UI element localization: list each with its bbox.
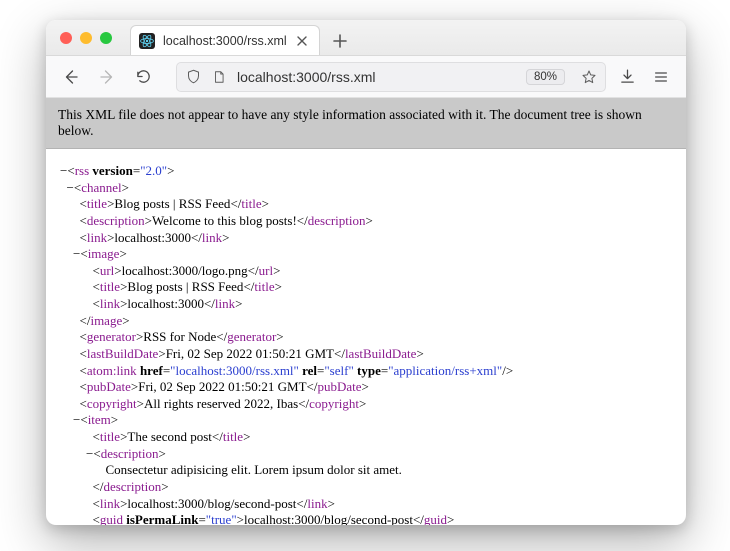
attr-ispermalink-val: "true": [206, 512, 237, 525]
tab-bar: localhost:3000/rss.xml: [46, 20, 686, 56]
attr-href: href: [140, 363, 163, 378]
tabs: localhost:3000/rss.xml: [130, 20, 354, 55]
attr-ispermalink: isPermaLink: [126, 512, 198, 525]
bookmark-star-icon[interactable]: [581, 69, 597, 85]
attr-version: version: [92, 163, 132, 178]
attr-href-val: "localhost:3000/rss.xml": [170, 363, 299, 378]
forward-button[interactable]: [92, 62, 122, 92]
close-window-button[interactable]: [60, 32, 72, 44]
back-button[interactable]: [56, 62, 86, 92]
shield-icon: [185, 69, 201, 84]
window-controls: [52, 20, 130, 55]
attr-rel-val: "self": [324, 363, 353, 378]
tab-active[interactable]: localhost:3000/rss.xml: [130, 25, 320, 55]
page-info-icon[interactable]: [211, 70, 227, 84]
tab-close-button[interactable]: [295, 34, 309, 48]
image-url: localhost:3000/logo.png: [122, 263, 248, 278]
favicon-react-icon: [139, 33, 155, 49]
last-build-date: Fri, 02 Sep 2022 01:50:21 GMT: [166, 346, 334, 361]
image-title: Blog posts | RSS Feed: [127, 279, 243, 294]
image-link: localhost:3000: [127, 296, 204, 311]
toolbar: localhost:3000/rss.xml 80%: [46, 56, 686, 98]
tab-title: localhost:3000/rss.xml: [163, 34, 287, 48]
browser-window: localhost:3000/rss.xml: [46, 20, 686, 525]
toolbar-right: [612, 62, 676, 92]
channel-description: Welcome to this blog posts!: [152, 213, 297, 228]
attr-rel: rel: [302, 363, 317, 378]
channel-link: localhost:3000: [114, 230, 191, 245]
copyright: All rights reserved 2022, Ibas: [144, 396, 298, 411]
downloads-button[interactable]: [612, 62, 642, 92]
url-bar[interactable]: localhost:3000/rss.xml 80%: [176, 62, 606, 92]
channel-title: Blog posts | RSS Feed: [114, 196, 230, 211]
item-guid: localhost:3000/blog/second-post: [244, 512, 413, 525]
attr-type-val: "application/rss+xml": [388, 363, 502, 378]
xml-tree: −<rss version="2.0"> −<channel> <title>B…: [46, 149, 686, 525]
maximize-window-button[interactable]: [100, 32, 112, 44]
item-description: Consectetur adipisicing elit. Lorem ipsu…: [106, 462, 402, 477]
attr-version-val: "2.0": [140, 163, 167, 178]
url-text: localhost:3000/rss.xml: [237, 69, 510, 85]
menu-button[interactable]: [646, 62, 676, 92]
channel-pubdate: Fri, 02 Sep 2022 01:50:21 GMT: [138, 379, 306, 394]
minimize-window-button[interactable]: [80, 32, 92, 44]
reload-button[interactable]: [128, 62, 158, 92]
generator: RSS for Node: [143, 329, 216, 344]
item-title: The second post: [127, 429, 211, 444]
xml-info-banner: This XML file does not appear to have an…: [46, 98, 686, 149]
new-tab-button[interactable]: [326, 27, 354, 55]
item-link: localhost:3000/blog/second-post: [127, 496, 296, 511]
attr-type: type: [357, 363, 381, 378]
zoom-indicator[interactable]: 80%: [526, 69, 565, 85]
